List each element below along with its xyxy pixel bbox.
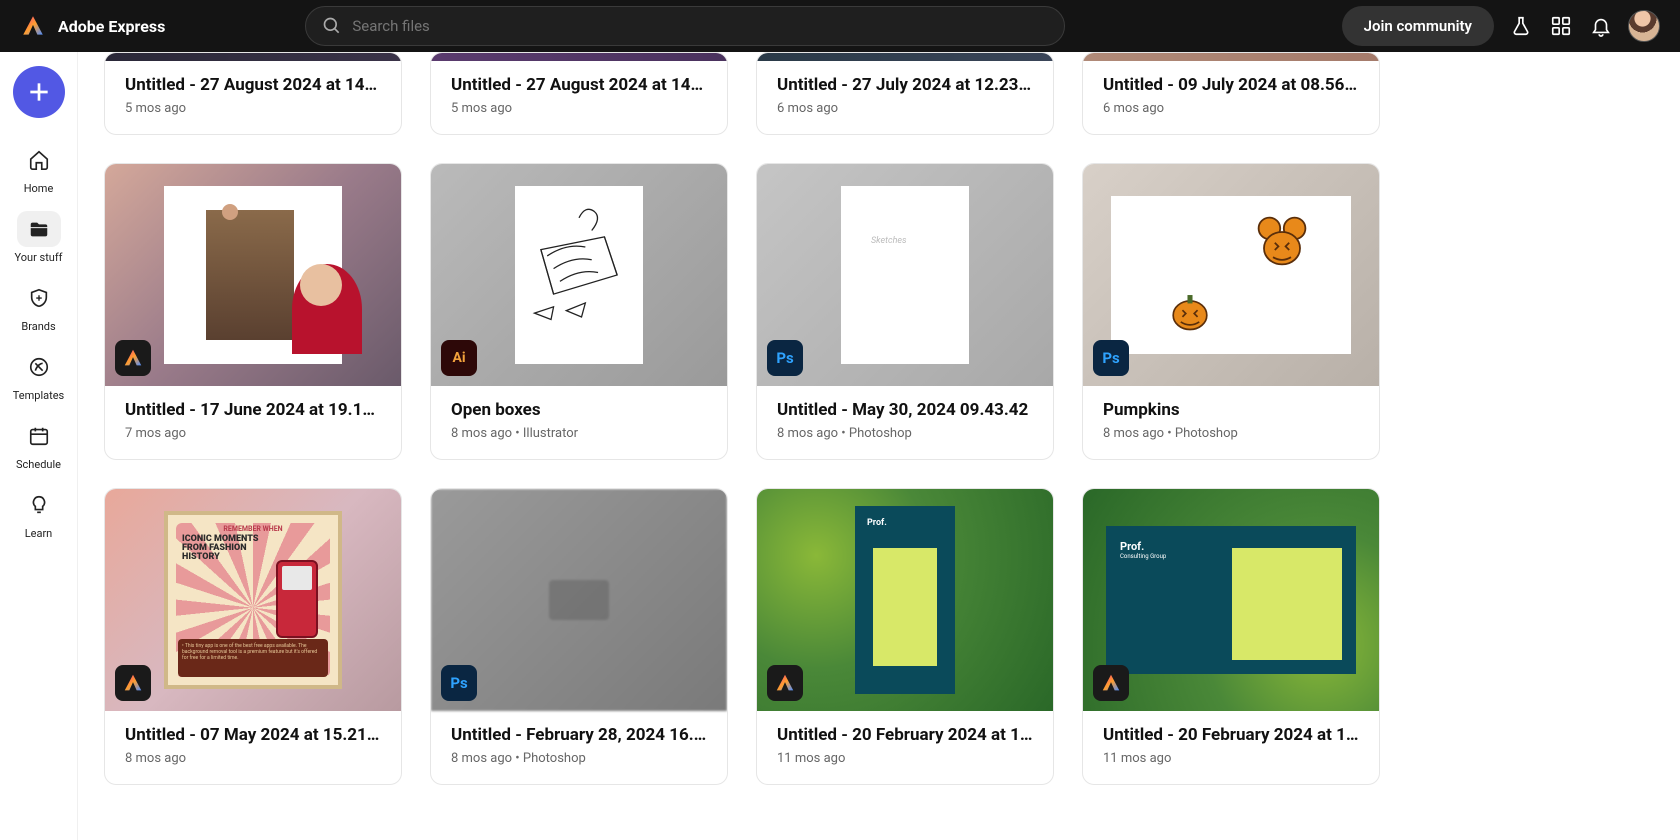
app-logo[interactable]: Adobe Express bbox=[20, 13, 165, 39]
card-title: Untitled - 27 August 2024 at 14.3… bbox=[451, 75, 707, 95]
sidebar-item-label: Your stuff bbox=[14, 251, 62, 264]
card-title: Untitled - 20 February 2024 at 1… bbox=[777, 725, 1033, 745]
adobe-express-logo-icon bbox=[20, 13, 46, 39]
card-meta: 8 mos ago • Photoshop bbox=[777, 426, 1033, 441]
file-card[interactable]: Ps Untitled - February 28, 2024 16.5… 8 mo… bbox=[430, 488, 728, 785]
app-title: Adobe Express bbox=[58, 17, 165, 36]
card-thumbnail bbox=[431, 53, 727, 61]
sidebar-item-label: Schedule bbox=[16, 458, 61, 471]
card-title: Untitled - 09 July 2024 at 08.56.36 bbox=[1103, 75, 1359, 95]
calendar-icon bbox=[17, 418, 61, 454]
topbar-right: Join community bbox=[1342, 6, 1660, 46]
card-meta: 7 mos ago bbox=[125, 426, 381, 441]
card-meta: 8 mos ago • Photoshop bbox=[1103, 426, 1359, 441]
sidebar: Home Your stuff Brands Templates Schedule Lea… bbox=[0, 52, 78, 840]
card-thumbnail: REMEMBER WHENICONIC MOMENTSFROM FASHIONH… bbox=[105, 489, 401, 711]
card-thumbnail: Ai bbox=[431, 164, 727, 386]
app-badge-icon bbox=[115, 665, 151, 701]
file-card[interactable]: Untitled - 17 June 2024 at 19.10.14 7 mos… bbox=[104, 163, 402, 460]
card-title: Open boxes bbox=[451, 400, 707, 420]
app-badge-icon: Ai bbox=[441, 340, 477, 376]
card-title: Untitled - 27 July 2024 at 12.23.21 bbox=[777, 75, 1033, 95]
apps-grid-icon[interactable] bbox=[1548, 13, 1574, 39]
file-card[interactable]: Prof.Consulting Group Untitled - 20 Febru… bbox=[1082, 488, 1380, 785]
card-thumbnail: Prof. bbox=[757, 489, 1053, 711]
app-badge-icon bbox=[115, 340, 151, 376]
file-card[interactable]: Untitled - 27 August 2024 at 14.3… 5 mos … bbox=[104, 52, 402, 135]
sidebar-item-brands[interactable]: Brands bbox=[9, 272, 69, 341]
card-thumbnail bbox=[105, 164, 401, 386]
card-meta: 5 mos ago bbox=[125, 101, 381, 116]
card-meta: 11 mos ago bbox=[1103, 751, 1359, 766]
sidebar-item-label: Templates bbox=[13, 389, 64, 402]
create-new-button[interactable] bbox=[13, 66, 65, 118]
card-thumbnail: Ps bbox=[1083, 164, 1379, 386]
search-icon bbox=[322, 16, 342, 36]
content-area: Untitled - 27 August 2024 at 14.3… 5 mos … bbox=[78, 52, 1680, 840]
file-card[interactable]: Untitled - 27 August 2024 at 14.3… 5 mos … bbox=[430, 52, 728, 135]
shield-icon bbox=[17, 280, 61, 316]
card-title: Untitled - May 30, 2024 09.43.42 bbox=[777, 400, 1033, 420]
avatar[interactable] bbox=[1628, 10, 1660, 42]
app-badge-icon bbox=[767, 665, 803, 701]
card-title: Untitled - 27 August 2024 at 14.3… bbox=[125, 75, 381, 95]
sidebar-item-schedule[interactable]: Schedule bbox=[9, 410, 69, 479]
plus-icon bbox=[26, 79, 52, 105]
card-meta: 5 mos ago bbox=[451, 101, 707, 116]
card-thumbnail bbox=[757, 53, 1053, 61]
sidebar-item-your-stuff[interactable]: Your stuff bbox=[9, 203, 69, 272]
file-card[interactable]: Untitled - 27 July 2024 at 12.23.21 6 mos… bbox=[756, 52, 1054, 135]
sidebar-item-templates[interactable]: Templates bbox=[9, 341, 69, 410]
folder-icon bbox=[17, 211, 61, 247]
file-card[interactable]: Prof. Untitled - 20 February 2024 at 1… 11… bbox=[756, 488, 1054, 785]
app-badge-icon bbox=[1093, 665, 1129, 701]
card-title: Untitled - 07 May 2024 at 15.21.46 bbox=[125, 725, 381, 745]
file-card[interactable]: Ps Pumpkins 8 mos ago • Photoshop bbox=[1082, 163, 1380, 460]
file-card[interactable]: Ai Open boxes 8 mos ago • Illustrator bbox=[430, 163, 728, 460]
card-title: Untitled - February 28, 2024 16.5… bbox=[451, 725, 707, 745]
file-card[interactable]: SketchesPs Untitled - May 30, 2024 09.43.… bbox=[756, 163, 1054, 460]
search-wrap bbox=[305, 6, 1065, 46]
app-badge-icon: Ps bbox=[441, 665, 477, 701]
card-meta: 8 mos ago bbox=[125, 751, 381, 766]
bell-icon[interactable] bbox=[1588, 13, 1614, 39]
card-title: Pumpkins bbox=[1103, 400, 1359, 420]
file-card[interactable]: Untitled - 09 July 2024 at 08.56.36 6 mos… bbox=[1082, 52, 1380, 135]
sidebar-item-label: Brands bbox=[21, 320, 55, 333]
beaker-icon[interactable] bbox=[1508, 13, 1534, 39]
card-title: Untitled - 20 February 2024 at 1… bbox=[1103, 725, 1359, 745]
sidebar-item-learn[interactable]: Learn bbox=[9, 479, 69, 548]
card-thumbnail bbox=[1083, 53, 1379, 61]
search-field[interactable] bbox=[305, 6, 1065, 46]
sidebar-item-home[interactable]: Home bbox=[9, 134, 69, 203]
home-icon bbox=[17, 142, 61, 178]
search-input[interactable] bbox=[352, 17, 1048, 35]
templates-icon bbox=[17, 349, 61, 385]
card-thumbnail: SketchesPs bbox=[757, 164, 1053, 386]
lightbulb-icon bbox=[17, 487, 61, 523]
card-meta: 11 mos ago bbox=[777, 751, 1033, 766]
card-thumbnail: Prof.Consulting Group bbox=[1083, 489, 1379, 711]
sidebar-item-label: Home bbox=[24, 182, 54, 195]
card-title: Untitled - 17 June 2024 at 19.10.14 bbox=[125, 400, 381, 420]
card-meta: 6 mos ago bbox=[777, 101, 1033, 116]
app-badge-icon: Ps bbox=[767, 340, 803, 376]
file-card[interactable]: REMEMBER WHENICONIC MOMENTSFROM FASHIONH… bbox=[104, 488, 402, 785]
sidebar-item-label: Learn bbox=[25, 527, 53, 540]
card-meta: 6 mos ago bbox=[1103, 101, 1359, 116]
card-thumbnail bbox=[105, 53, 401, 61]
card-meta: 8 mos ago • Photoshop bbox=[451, 751, 707, 766]
top-bar: Adobe Express Join community bbox=[0, 0, 1680, 52]
card-meta: 8 mos ago • Illustrator bbox=[451, 426, 707, 441]
card-thumbnail: Ps bbox=[431, 489, 727, 711]
join-community-button[interactable]: Join community bbox=[1342, 6, 1494, 46]
app-badge-icon: Ps bbox=[1093, 340, 1129, 376]
